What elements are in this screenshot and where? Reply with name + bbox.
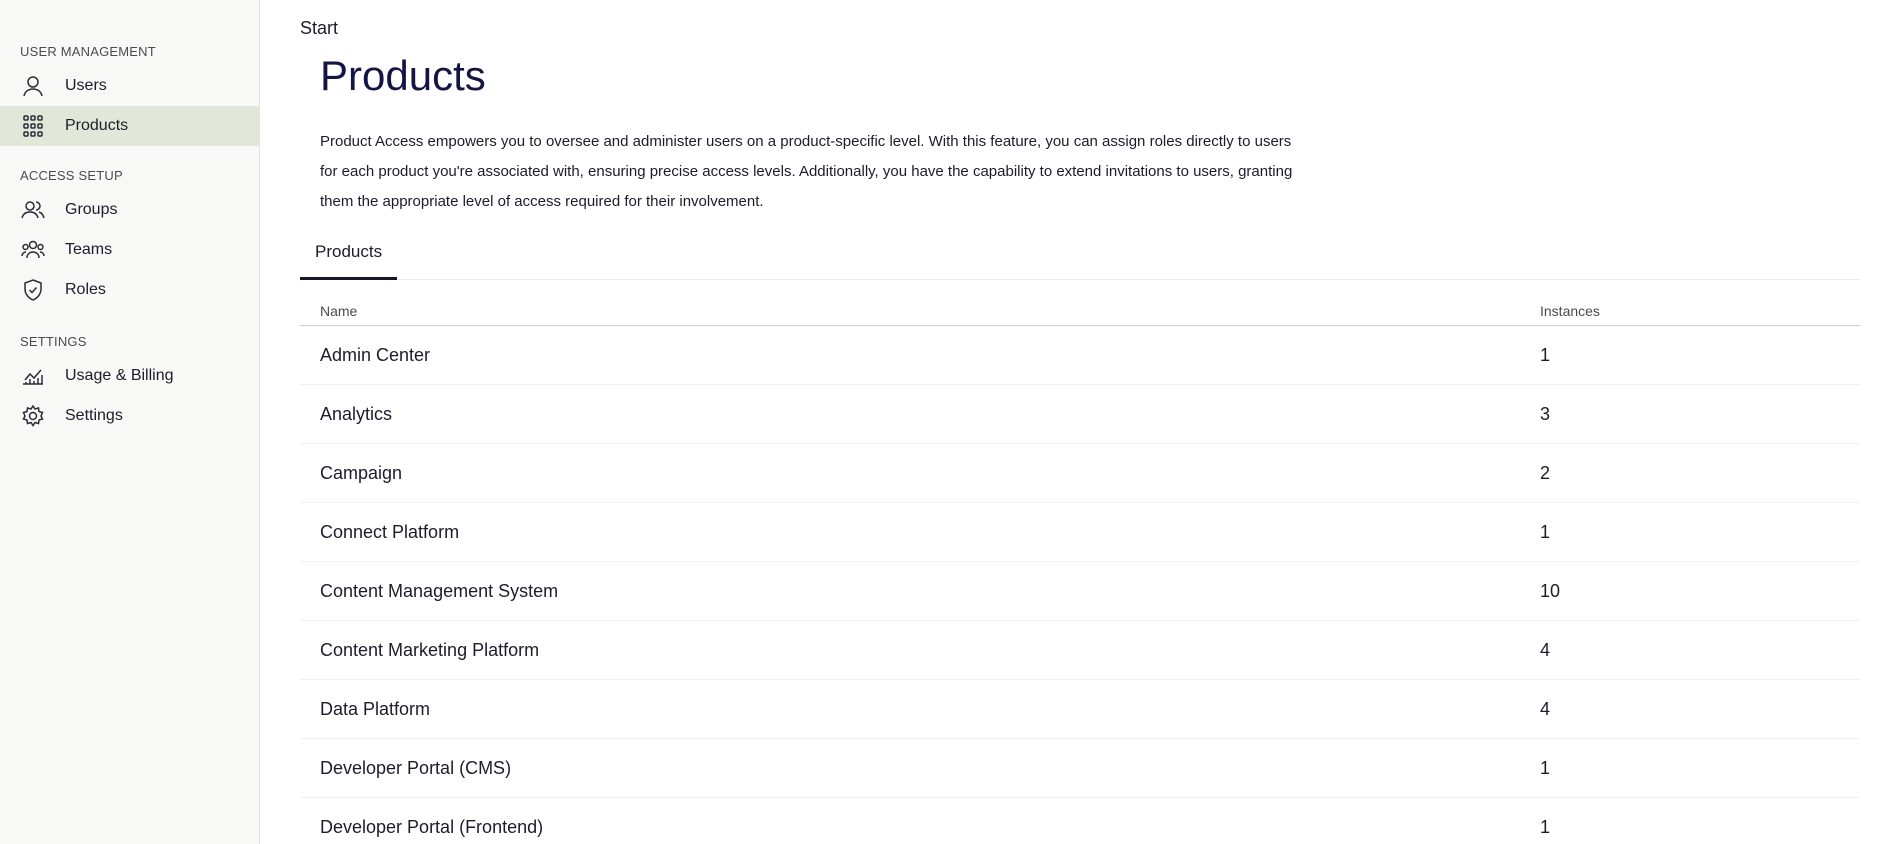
grid-icon (20, 113, 46, 139)
table-row[interactable]: Developer Portal (CMS) 1 (300, 739, 1860, 798)
sidebar-item-users[interactable]: Users (0, 66, 259, 106)
group-icon (20, 197, 46, 223)
product-name: Connect Platform (320, 521, 460, 542)
gear-icon (20, 403, 46, 429)
table-row[interactable]: Developer Portal (Frontend) 1 (300, 798, 1860, 844)
chart-icon (20, 363, 46, 389)
product-instances: 3 (1540, 403, 1551, 424)
sidebar-item-label: Teams (65, 241, 113, 258)
product-instances: 2 (1540, 462, 1551, 483)
sidebar-item-products[interactable]: Products (0, 106, 259, 146)
page-description: Product Access empowers you to oversee a… (320, 133, 1293, 210)
sidebar-item-label: Groups (65, 201, 118, 218)
product-instances: 1 (1540, 521, 1551, 542)
sidebar-item-label: Users (65, 77, 107, 94)
sidebar-item-groups[interactable]: Groups (0, 190, 259, 230)
product-instances: 10 (1540, 580, 1561, 601)
products-table: Name Instances Admin Center 1 Analytics … (300, 296, 1860, 844)
product-name: Campaign (320, 462, 403, 483)
product-instances: 4 (1540, 698, 1551, 719)
sidebar-item-label: Settings (65, 407, 123, 424)
page-title: Products (320, 52, 486, 99)
breadcrumb-start-link[interactable]: Start (300, 18, 338, 39)
table-row[interactable]: Data Platform 4 (300, 680, 1860, 739)
table-row[interactable]: Content Marketing Platform 4 (300, 621, 1860, 680)
column-header-name[interactable]: Name (300, 303, 1540, 319)
product-instances: 1 (1540, 757, 1551, 778)
product-name: Developer Portal (CMS) (320, 757, 512, 778)
tab-bar: Products (300, 234, 1860, 280)
sidebar-item-label: Products (65, 117, 129, 134)
sidebar-item-label: Usage & Billing (65, 367, 174, 384)
product-name: Content Marketing Platform (320, 639, 540, 660)
shield-icon (20, 277, 46, 303)
product-name: Admin Center (320, 344, 431, 365)
sidebar-item-label: Roles (65, 281, 106, 298)
product-name: Data Platform (320, 698, 431, 719)
product-name: Content Management System (320, 580, 559, 601)
team-icon (20, 237, 46, 263)
table-row[interactable]: Connect Platform 1 (300, 503, 1860, 562)
product-name: Developer Portal (Frontend) (320, 816, 544, 837)
sidebar: USER MANAGEMENT Users Products ACCESS SE… (0, 0, 260, 844)
table-header: Name Instances (300, 296, 1860, 326)
column-header-instances[interactable]: Instances (1540, 303, 1860, 319)
section-title-settings: SETTINGS (20, 334, 87, 349)
user-icon (20, 73, 46, 99)
section-title-user-management: USER MANAGEMENT (20, 44, 156, 59)
app-root: USER MANAGEMENT Users Products ACCESS SE… (0, 0, 1888, 844)
product-name: Analytics (320, 403, 393, 424)
product-instances: 1 (1540, 344, 1551, 365)
main-content: Start Products Product Access empowers y… (260, 0, 1888, 844)
table-row[interactable]: Content Management System 10 (300, 562, 1860, 621)
table-row[interactable]: Campaign 2 (300, 444, 1860, 503)
table-row[interactable]: Admin Center 1 (300, 326, 1860, 385)
section-title-access-setup: ACCESS SETUP (20, 168, 123, 183)
product-instances: 1 (1540, 816, 1551, 837)
sidebar-item-roles[interactable]: Roles (0, 270, 259, 310)
sidebar-item-teams[interactable]: Teams (0, 230, 259, 270)
sidebar-item-settings[interactable]: Settings (0, 396, 259, 436)
product-instances: 4 (1540, 639, 1551, 660)
sidebar-item-usage-billing[interactable]: Usage & Billing (0, 356, 259, 396)
table-row[interactable]: Analytics 3 (300, 385, 1860, 444)
tab-products[interactable]: Products (300, 234, 398, 280)
